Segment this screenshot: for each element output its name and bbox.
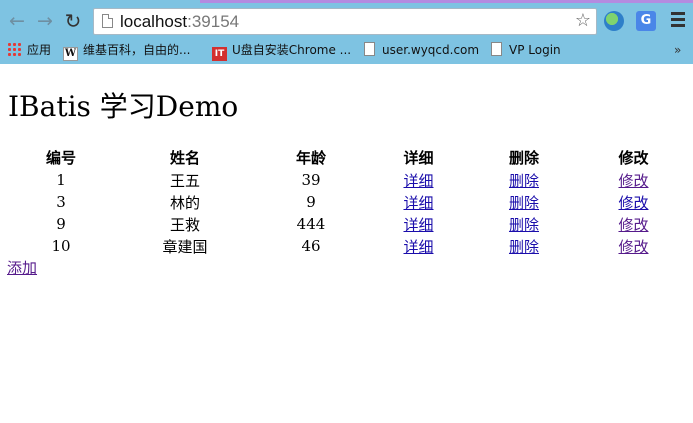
page-icon: [364, 42, 375, 56]
bookmark-vp-login[interactable]: VP Login: [491, 40, 561, 60]
bookmark-label: VP Login: [509, 43, 561, 57]
cell-age: 9: [306, 193, 316, 211]
url-port: :39154: [187, 12, 240, 31]
cell-id: 1: [56, 171, 66, 189]
bookmark-label: U盘自安装Chrome ...: [232, 43, 352, 57]
header-delete: 删除: [508, 148, 539, 167]
cell-age: 444: [296, 215, 326, 233]
cell-name: 章建国: [162, 237, 208, 256]
detail-link[interactable]: 详细: [403, 216, 433, 234]
cell-name: 林的: [169, 193, 200, 212]
delete-link[interactable]: 删除: [509, 172, 539, 190]
page-title: IBatis 学习Demo: [8, 90, 239, 123]
table-row: 9 王救 444 详细 删除 修改: [8, 213, 690, 235]
bookmark-wikipedia[interactable]: W 维基百科，自由的...: [63, 40, 191, 61]
edit-link[interactable]: 修改: [618, 238, 648, 256]
browser-toolbar: ← → ↻ localhost:39154 ☆ G: [0, 6, 693, 36]
header-name: 姓名: [169, 148, 200, 167]
delete-link[interactable]: 删除: [509, 238, 539, 256]
url-host: localhost: [120, 12, 188, 31]
cell-name: 王五: [169, 171, 200, 190]
bookmark-chrome-install[interactable]: IT U盘自安装Chrome ...: [212, 40, 352, 61]
globe-extension-icon[interactable]: [604, 11, 624, 31]
edit-link[interactable]: 修改: [618, 216, 648, 234]
it-icon: IT: [212, 47, 227, 61]
cell-age: 39: [301, 171, 321, 189]
browser-chrome: ← → ↻ localhost:39154 ☆ G 应用 W 维基百科，自由的..…: [0, 0, 693, 64]
bookmark-label: 维基百科，自由的...: [83, 43, 191, 57]
bookmark-apps[interactable]: 应用: [7, 40, 51, 60]
translate-extension-icon[interactable]: G: [636, 11, 656, 31]
address-url[interactable]: localhost:39154: [120, 12, 239, 32]
cell-name: 王救: [169, 215, 200, 234]
wikipedia-icon: W: [63, 47, 78, 61]
page-icon: [102, 14, 113, 28]
cell-id: 9: [56, 215, 66, 233]
table-row: 10 章建国 46 详细 删除 修改: [8, 235, 690, 257]
forward-arrow-icon[interactable]: →: [34, 8, 56, 34]
delete-link[interactable]: 删除: [509, 194, 539, 212]
bookmarks-bar: 应用 W 维基百科，自由的... IT U盘自安装Chrome ... user.w…: [0, 38, 693, 62]
add-link[interactable]: 添加: [7, 257, 37, 278]
edit-link[interactable]: 修改: [618, 194, 648, 212]
header-age: 年龄: [295, 148, 326, 167]
address-bar[interactable]: localhost:39154 ☆: [93, 8, 597, 35]
detail-link[interactable]: 详细: [403, 172, 433, 190]
users-table: 编号 姓名 年龄 详细 删除 修改 1 王五 39 详细 删除 修改 3 林的 …: [8, 145, 690, 257]
back-arrow-icon[interactable]: ←: [6, 8, 28, 34]
bookmark-label: user.wyqcd.com: [382, 43, 480, 57]
edit-link[interactable]: 修改: [618, 172, 648, 190]
page-icon: [491, 42, 502, 56]
apps-icon: [7, 42, 22, 56]
bookmark-label: 应用: [27, 43, 52, 57]
bookmark-star-icon[interactable]: ☆: [575, 10, 591, 31]
table-header-row: 编号 姓名 年龄 详细 删除 修改: [8, 145, 690, 169]
header-edit: 修改: [618, 148, 649, 167]
header-detail: 详细: [403, 148, 434, 167]
cell-id: 3: [56, 193, 66, 211]
detail-link[interactable]: 详细: [403, 194, 433, 212]
delete-link[interactable]: 删除: [509, 216, 539, 234]
header-id: 编号: [45, 148, 76, 167]
cell-age: 46: [301, 237, 321, 255]
menu-icon[interactable]: [671, 12, 685, 28]
titlebar-accent: [200, 0, 693, 3]
bookmark-wyqcd[interactable]: user.wyqcd.com: [364, 40, 479, 60]
cell-id: 10: [51, 237, 71, 255]
reload-icon[interactable]: ↻: [62, 8, 84, 34]
detail-link[interactable]: 详细: [403, 238, 433, 256]
table-row: 1 王五 39 详细 删除 修改: [8, 169, 690, 191]
bookmarks-overflow-icon[interactable]: »: [674, 40, 681, 60]
table-row: 3 林的 9 详细 删除 修改: [8, 191, 690, 213]
